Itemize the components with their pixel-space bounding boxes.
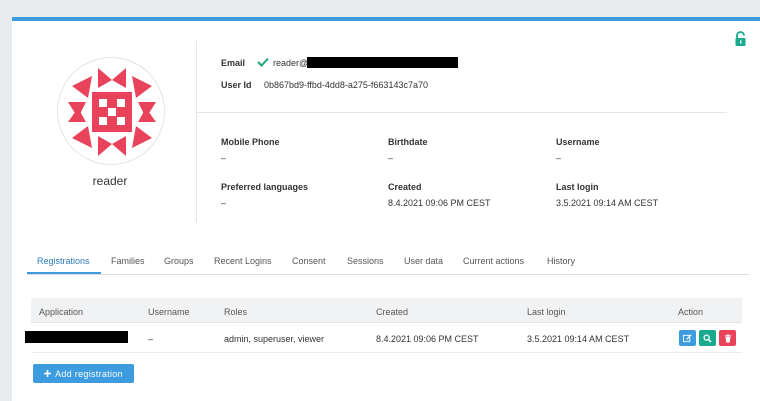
row-created: 8.4.2021 09:06 PM CEST <box>376 334 479 344</box>
column-header-roles[interactable]: Roles <box>224 307 247 317</box>
column-header-action: Action <box>678 307 704 317</box>
username-value: – <box>556 153 562 163</box>
edit-icon <box>683 333 692 342</box>
last-login-value: 3.5.2021 09:14 AM CEST <box>556 198 659 208</box>
mobile-phone-value: – <box>221 153 227 163</box>
user-display-name: reader <box>92 174 128 188</box>
email-value: reader@ <box>273 58 309 68</box>
avatar <box>57 57 165 165</box>
email-label: Email <box>221 58 246 68</box>
add-registration-button[interactable]: Add registration <box>33 364 134 383</box>
application-redaction <box>25 331 128 343</box>
row-last-login: 3.5.2021 09:14 AM CEST <box>527 334 630 344</box>
avatar-identicon <box>68 68 156 156</box>
tab-sessions[interactable]: Sessions <box>347 256 384 266</box>
created-value: 8.4.2021 09:06 PM CEST <box>388 198 491 208</box>
tab-recent-logins[interactable]: Recent Logins <box>214 256 272 266</box>
vertical-divider <box>196 41 197 222</box>
row-username: – <box>148 334 154 344</box>
view-button[interactable] <box>699 330 716 346</box>
column-header-username[interactable]: Username <box>148 307 190 317</box>
email-redaction <box>307 57 458 68</box>
column-header-application[interactable]: Application <box>39 307 83 317</box>
mobile-phone-label: Mobile Phone <box>221 137 280 147</box>
user-id-label: User Id <box>221 80 252 90</box>
horizontal-divider <box>197 112 727 113</box>
tab-history[interactable]: History <box>547 256 575 266</box>
last-login-label: Last login <box>556 182 599 192</box>
tab-user-data[interactable]: User data <box>404 256 443 266</box>
tab-current-actions[interactable]: Current actions <box>463 256 524 266</box>
tab-consent[interactable]: Consent <box>292 256 326 266</box>
active-tab-indicator <box>27 272 101 274</box>
edit-button[interactable] <box>679 330 696 346</box>
birthdate-value: – <box>388 153 394 163</box>
row-roles: admin, superuser, viewer <box>224 334 325 344</box>
check-icon <box>257 57 269 67</box>
search-icon <box>703 333 712 343</box>
created-label: Created <box>388 182 422 192</box>
username-label: Username <box>556 137 600 147</box>
unlock-icon[interactable] <box>733 31 749 47</box>
add-registration-label: Add registration <box>55 368 123 379</box>
user-id-value: 0b867bd9-ffbd-4dd8-a275-f663143c7a70 <box>264 80 428 90</box>
delete-button[interactable] <box>719 330 736 346</box>
preferred-languages-value: – <box>221 198 227 208</box>
trash-icon <box>724 333 731 343</box>
tab-registrations[interactable]: Registrations <box>37 256 90 266</box>
plus-icon <box>44 370 52 377</box>
row-divider <box>31 352 742 353</box>
preferred-languages-label: Preferred languages <box>221 182 309 192</box>
tab-families[interactable]: Families <box>111 256 145 266</box>
birthdate-label: Birthdate <box>388 137 428 147</box>
column-header-last-login[interactable]: Last login <box>527 307 566 317</box>
column-header-created[interactable]: Created <box>376 307 408 317</box>
tab-groups[interactable]: Groups <box>164 256 194 266</box>
